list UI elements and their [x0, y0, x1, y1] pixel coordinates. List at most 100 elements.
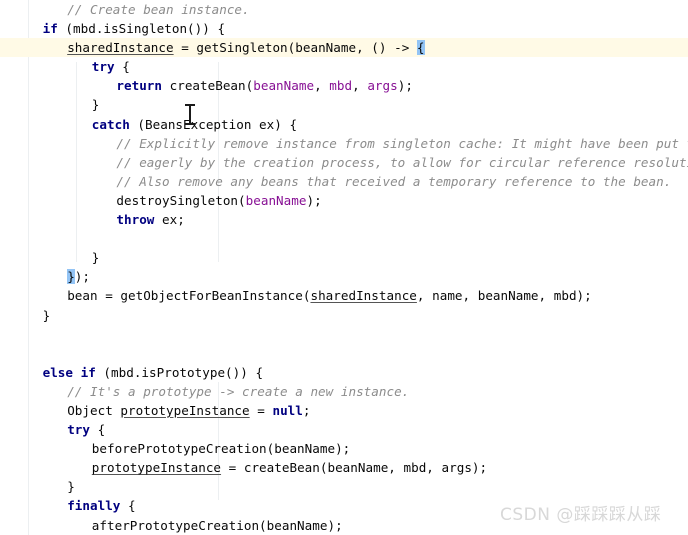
- code-line[interactable]: // Create bean instance.: [0, 0, 688, 19]
- code-line[interactable]: }: [0, 477, 688, 496]
- code-token-localvar: sharedInstance: [67, 40, 174, 56]
- code-line-text: else if (mbd.isPrototype()) {: [0, 363, 688, 382]
- code-token-kw: null: [272, 402, 303, 418]
- code-token-plain: ;: [302, 402, 311, 418]
- code-line-text: prototypeInstance = createBean(beanName,…: [0, 458, 688, 477]
- code-token-kw: else if: [42, 364, 96, 380]
- code-line[interactable]: prototypeInstance = createBean(beanName,…: [0, 458, 688, 477]
- code-line[interactable]: destroySingleton(beanName);: [0, 191, 688, 210]
- code-line-text: throw ex;: [0, 210, 688, 229]
- code-line[interactable]: // eagerly by the creation process, to a…: [0, 153, 688, 172]
- code-line[interactable]: Object prototypeInstance = null;: [0, 401, 688, 420]
- code-line[interactable]: }: [0, 95, 688, 114]
- code-token-brace-hl: }: [67, 269, 75, 285]
- code-token-plain: );: [306, 192, 322, 208]
- code-line[interactable]: afterPrototypeCreation(beanName);: [0, 516, 688, 535]
- code-line[interactable]: }: [0, 248, 688, 267]
- code-token-plain: createBean(: [162, 78, 254, 94]
- code-line-text: if (mbd.isSingleton()) {: [0, 19, 688, 38]
- code-line-text: beforePrototypeCreation(beanName);: [0, 439, 688, 458]
- code-token-plain: Object: [67, 402, 121, 418]
- code-token-plain: =: [249, 402, 273, 418]
- code-token-cmt: // Also remove any beans that received a…: [116, 173, 672, 189]
- code-token-plain: );: [74, 269, 91, 285]
- code-line-text: Object prototypeInstance = null;: [0, 401, 688, 420]
- code-token-cmt: // Explicitly remove instance from singl…: [116, 135, 688, 151]
- code-line[interactable]: // Explicitly remove instance from singl…: [0, 134, 688, 153]
- code-line-text: }: [0, 95, 688, 114]
- code-line[interactable]: [0, 344, 688, 363]
- code-token-localvar: sharedInstance: [310, 288, 417, 304]
- code-line-text: }: [0, 306, 688, 325]
- code-line-text: // eagerly by the creation process, to a…: [0, 153, 688, 172]
- code-line-text: afterPrototypeCreation(beanName);: [0, 516, 688, 535]
- code-token-plain: (BeansException ex) {: [129, 116, 298, 132]
- code-line[interactable]: // Also remove any beans that received a…: [0, 172, 688, 191]
- code-line-text: try {: [0, 57, 688, 76]
- code-line-text: return createBean(beanName, mbd, args);: [0, 76, 688, 95]
- code-token-kw: if: [42, 21, 58, 37]
- code-token-plain: }: [91, 250, 100, 266]
- code-line-text: });: [0, 267, 688, 286]
- code-token-plain: (mbd.isSingleton()) {: [57, 21, 226, 37]
- code-token-plain: ,: [352, 78, 368, 94]
- code-line[interactable]: sharedInstance = getSingleton(beanName, …: [0, 38, 688, 58]
- code-token-plain: }: [42, 307, 51, 323]
- code-line[interactable]: });: [0, 267, 688, 286]
- code-token-plain: beanName: [295, 40, 357, 56]
- code-token-param: mbd: [329, 78, 353, 94]
- code-token-kw: return: [116, 78, 163, 94]
- code-token-kw: throw: [116, 212, 155, 228]
- code-token-plain: }: [67, 479, 75, 495]
- code-token-plain: , name, beanName, mbd);: [416, 288, 592, 304]
- code-token-cmt: // It's a prototype -> create a new inst…: [67, 383, 410, 399]
- code-line[interactable]: catch (BeansException ex) {: [0, 115, 688, 134]
- code-line[interactable]: [0, 325, 688, 344]
- code-line-text: finally {: [0, 496, 688, 515]
- code-token-plain: = getSingleton(: [173, 40, 296, 56]
- code-line[interactable]: [0, 229, 688, 248]
- code-token-kw: try: [67, 422, 90, 438]
- code-line[interactable]: beforePrototypeCreation(beanName);: [0, 439, 688, 458]
- code-token-kw: finally: [67, 498, 121, 514]
- code-line[interactable]: try {: [0, 420, 688, 439]
- code-token-plain: ,: [314, 78, 330, 94]
- code-token-plain: {: [120, 498, 136, 514]
- code-token-param: beanName: [253, 78, 315, 94]
- code-line-text: // Also remove any beans that received a…: [0, 172, 688, 191]
- code-token-param: beanName: [245, 192, 307, 208]
- code-line-text: // Explicitly remove instance from singl…: [0, 134, 688, 153]
- code-token-kw: catch: [91, 116, 130, 132]
- code-token-kw: try: [91, 59, 115, 75]
- code-token-cmt: // eagerly by the creation process, to a…: [116, 154, 688, 170]
- code-line[interactable]: else if (mbd.isPrototype()) {: [0, 363, 688, 382]
- code-lines-container[interactable]: // Create bean instance. if (mbd.isSingle…: [0, 0, 688, 535]
- code-line[interactable]: bean = getObjectForBeanInstance(sharedIn…: [0, 286, 688, 305]
- code-line[interactable]: throw ex;: [0, 210, 688, 229]
- code-line-text: }: [0, 248, 688, 267]
- code-token-plain: afterPrototypeCreation(beanName);: [91, 517, 343, 533]
- code-token-plain: ex;: [154, 212, 185, 228]
- code-line[interactable]: finally {: [0, 496, 688, 515]
- code-line[interactable]: // It's a prototype -> create a new inst…: [0, 382, 688, 401]
- code-line[interactable]: return createBean(beanName, mbd, args);: [0, 76, 688, 95]
- code-line-text: destroySingleton(beanName);: [0, 191, 688, 210]
- code-line-text: // Create bean instance.: [0, 0, 688, 19]
- code-line[interactable]: try {: [0, 57, 688, 76]
- code-token-param: args: [367, 78, 398, 94]
- code-editor[interactable]: // Create bean instance. if (mbd.isSingle…: [0, 0, 688, 535]
- code-line-text: bean = getObjectForBeanInstance(sharedIn…: [0, 286, 688, 305]
- code-line[interactable]: }: [0, 306, 688, 325]
- code-line[interactable]: if (mbd.isSingleton()) {: [0, 19, 688, 38]
- code-token-plain: beforePrototypeCreation(beanName);: [91, 441, 351, 457]
- code-token-localvar: prototypeInstance: [91, 460, 222, 476]
- code-token-cmt: // Create bean instance.: [67, 2, 250, 17]
- code-token-localvar: prototypeInstance: [120, 402, 250, 418]
- code-token-plain: , () ->: [356, 40, 417, 56]
- code-token-plain: );: [397, 78, 413, 94]
- code-token-plain: = createBean(beanName, mbd, args);: [221, 460, 488, 476]
- code-token-plain: }: [91, 97, 100, 113]
- code-token-plain: destroySingleton(: [116, 192, 246, 208]
